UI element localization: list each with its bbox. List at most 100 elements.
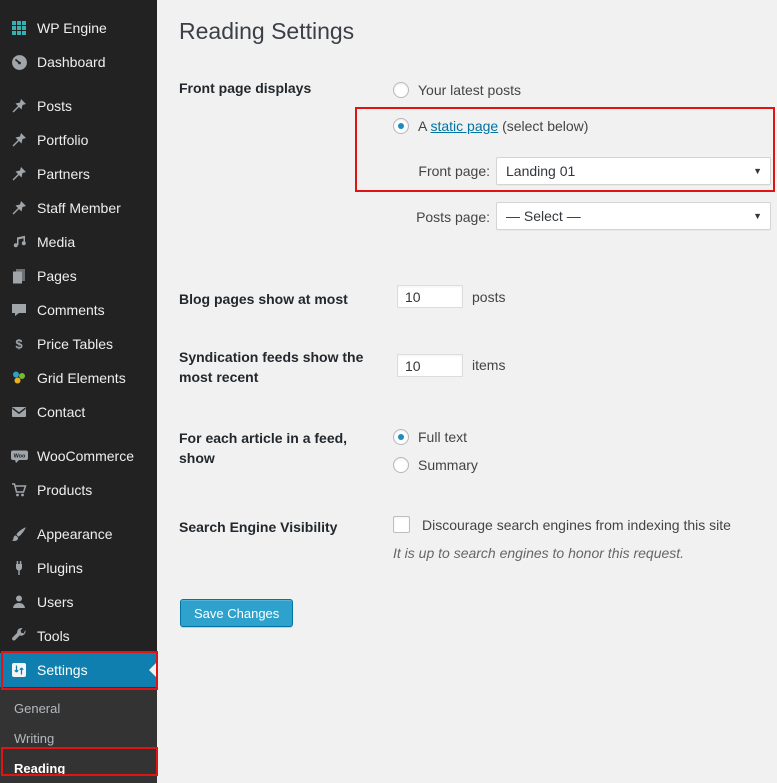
- svg-text:$: $: [15, 337, 23, 352]
- sidebar-item-pages[interactable]: Pages: [0, 259, 157, 293]
- sidebar-item-plugins[interactable]: Plugins: [0, 551, 157, 585]
- sidebar-item-label: Pages: [37, 268, 77, 284]
- envelope-icon: [8, 402, 30, 422]
- sidebar-item-price-tables[interactable]: $ Price Tables: [0, 327, 157, 361]
- pin-icon: [8, 198, 30, 218]
- sidebar-item-label: WooCommerce: [37, 448, 134, 464]
- wrench-icon: [8, 626, 30, 646]
- feed-article-label: For each article in a feed, show: [179, 428, 365, 469]
- sidebar-item-label: Plugins: [37, 560, 83, 576]
- sidebar-item-grid-elements[interactable]: Grid Elements: [0, 361, 157, 395]
- sidebar-item-comments[interactable]: Comments: [0, 293, 157, 327]
- sidebar-item-products[interactable]: Products: [0, 473, 157, 507]
- pin-icon: [8, 96, 30, 116]
- discourage-indexing-label: Discourage search engines from indexing …: [422, 517, 731, 533]
- brush-icon: [8, 524, 30, 544]
- blog-pages-input[interactable]: [397, 285, 463, 308]
- syndication-input[interactable]: [397, 354, 463, 377]
- page-title: Reading Settings: [179, 18, 354, 46]
- pin-icon: [8, 130, 30, 150]
- sidebar-item-label: Appearance: [37, 526, 113, 542]
- submenu-item-writing[interactable]: Writing: [0, 723, 157, 753]
- chevron-down-icon: ▼: [753, 203, 762, 230]
- sidebar-item-tools[interactable]: Tools: [0, 619, 157, 653]
- static-page-link[interactable]: static page: [430, 118, 498, 134]
- cart-icon: [8, 480, 30, 500]
- front-page-select[interactable]: Landing 01 ▼: [496, 157, 771, 185]
- user-icon: [8, 592, 30, 612]
- search-visibility-label: Search Engine Visibility: [179, 517, 365, 537]
- static-page-option[interactable]: A static page (select below): [393, 118, 588, 134]
- pin-icon: [8, 164, 30, 184]
- sidebar-item-media[interactable]: Media: [0, 225, 157, 259]
- front-page-displays-label: Front page displays: [179, 78, 365, 98]
- summary-label: Summary: [418, 457, 478, 473]
- sidebar-item-label: Comments: [37, 302, 105, 318]
- sidebar-item-label: Posts: [37, 98, 72, 114]
- front-page-select-label: Front page:: [400, 163, 490, 179]
- sidebar-item-label: Grid Elements: [37, 370, 126, 386]
- dashboard-gauge-icon: [8, 52, 30, 72]
- sidebar-item-label: Portfolio: [37, 132, 88, 148]
- media-note-icon: [8, 232, 30, 252]
- summary-option[interactable]: Summary: [393, 457, 478, 473]
- sidebar-item-partners[interactable]: Partners: [0, 157, 157, 191]
- latest-posts-label: Your latest posts: [418, 82, 521, 98]
- full-text-label: Full text: [418, 429, 467, 445]
- sidebar-item-label: Media: [37, 234, 75, 250]
- sidebar-item-label: Users: [37, 594, 74, 610]
- sidebar-item-posts[interactable]: Posts: [0, 89, 157, 123]
- posts-page-select-label: Posts page:: [400, 209, 490, 225]
- blog-pages-unit: posts: [472, 289, 505, 305]
- summary-radio[interactable]: [393, 457, 409, 473]
- dollar-icon: $: [8, 334, 30, 354]
- chevron-down-icon: ▼: [753, 158, 762, 185]
- sidebar-item-label: Partners: [37, 166, 90, 182]
- sidebar-item-label: Price Tables: [37, 336, 113, 352]
- discourage-indexing-checkbox[interactable]: [393, 516, 410, 533]
- syndication-unit: items: [472, 357, 505, 373]
- blog-pages-label: Blog pages show at most: [179, 289, 365, 309]
- sidebar-item-label: Tools: [37, 628, 70, 644]
- latest-posts-option[interactable]: Your latest posts: [393, 82, 521, 98]
- sidebar-item-settings[interactable]: Settings: [0, 653, 157, 687]
- settings-sliders-icon: [8, 660, 30, 680]
- sidebar-item-contact[interactable]: Contact: [0, 395, 157, 429]
- sidebar-item-label: WP Engine: [37, 20, 107, 36]
- sidebar-item-label: Contact: [37, 404, 85, 420]
- posts-page-select[interactable]: — Select — ▼: [496, 202, 771, 230]
- sidebar-item-label: Dashboard: [37, 54, 106, 70]
- sidebar-item-appearance[interactable]: Appearance: [0, 517, 157, 551]
- admin-sidebar: WP Engine Dashboard Posts Portfolio Partners…: [0, 0, 157, 781]
- sidebar-item-users[interactable]: Users: [0, 585, 157, 619]
- submenu-item-general[interactable]: General: [0, 693, 157, 723]
- pages-icon: [8, 266, 30, 286]
- plugin-icon: [8, 558, 30, 578]
- front-page-select-value: Landing 01: [506, 163, 575, 179]
- discourage-indexing-option[interactable]: Discourage search engines from indexing …: [393, 516, 731, 533]
- search-visibility-note: It is up to search engines to honor this…: [393, 545, 684, 561]
- svg-text:Woo: Woo: [13, 454, 25, 460]
- full-text-radio[interactable]: [393, 429, 409, 445]
- static-page-label: A static page (select below): [418, 118, 588, 134]
- submenu-item-reading[interactable]: Reading: [0, 753, 157, 783]
- grid-elements-pinwheel-icon: [8, 368, 30, 388]
- active-menu-arrow-icon: [149, 662, 157, 678]
- sidebar-item-dashboard[interactable]: Dashboard: [0, 45, 157, 79]
- sidebar-item-label: Settings: [37, 662, 88, 678]
- sidebar-item-staff-member[interactable]: Staff Member: [0, 191, 157, 225]
- admin-menu: WP Engine Dashboard Posts Portfolio Partners…: [0, 0, 157, 687]
- sidebar-item-label: Staff Member: [37, 200, 121, 216]
- posts-page-select-value: — Select —: [506, 208, 581, 224]
- latest-posts-radio[interactable]: [393, 82, 409, 98]
- settings-submenu: GeneralWritingReading: [0, 687, 157, 783]
- sidebar-item-portfolio[interactable]: Portfolio: [0, 123, 157, 157]
- wpengine-grid-icon: [8, 18, 30, 38]
- full-text-option[interactable]: Full text: [393, 429, 467, 445]
- sidebar-item-woocommerce[interactable]: Woo WooCommerce: [0, 439, 157, 473]
- save-changes-button[interactable]: Save Changes: [180, 599, 293, 627]
- woocommerce-badge-icon: Woo: [8, 446, 30, 466]
- static-page-radio[interactable]: [393, 118, 409, 134]
- comment-bubble-icon: [8, 300, 30, 320]
- sidebar-item-wp-engine[interactable]: WP Engine: [0, 11, 157, 45]
